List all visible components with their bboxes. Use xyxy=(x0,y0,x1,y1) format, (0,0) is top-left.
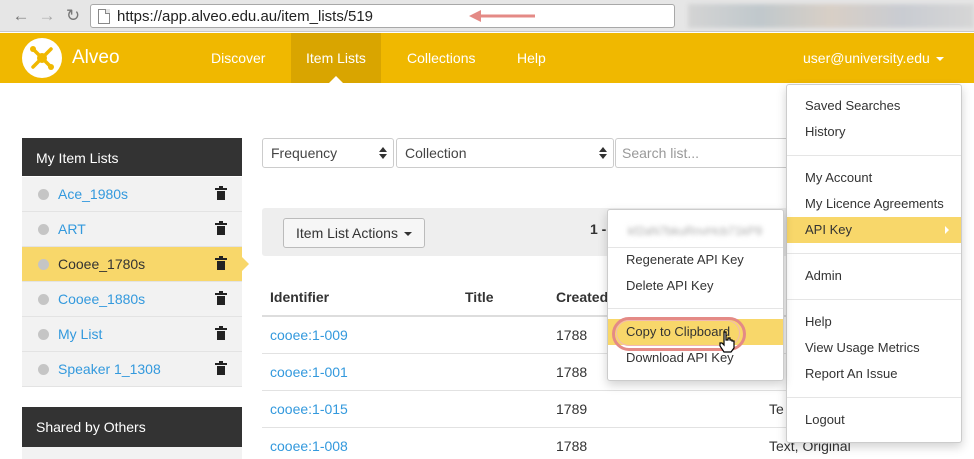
type-cell: Te xyxy=(769,401,784,417)
menu-divider xyxy=(608,308,783,309)
api-key-value: kf2aN7bkuRnvHcb71kP9 xyxy=(628,224,763,238)
table-row: cooee:1-008 1788 Text, Original xyxy=(262,428,851,459)
nav-item-lists[interactable]: Item Lists xyxy=(291,33,381,83)
nav-help[interactable]: Help xyxy=(502,33,561,83)
trash-icon[interactable] xyxy=(215,221,228,236)
annotation-arrow-icon xyxy=(469,10,535,22)
shared-list-area xyxy=(22,447,242,459)
menu-divider xyxy=(787,397,961,398)
page-icon xyxy=(98,9,110,24)
item-lists-group: Ace_1980s ART Cooee_1780s Cooee_1880s My… xyxy=(22,177,249,387)
created-cell: 1789 xyxy=(556,401,588,417)
menu-delete-api-key[interactable]: Delete API Key xyxy=(608,273,783,299)
column-header-created[interactable]: Created xyxy=(556,289,608,305)
nav-discover[interactable]: Discover xyxy=(196,33,280,83)
list-item[interactable]: Cooee_1880s xyxy=(22,282,242,317)
browser-toolbar: ← → ↻ https://app.alveo.edu.au/item_list… xyxy=(0,0,974,32)
menu-divider xyxy=(787,155,961,156)
identifier-link[interactable]: cooee:1-009 xyxy=(270,327,348,343)
select-arrows-icon xyxy=(379,147,387,159)
user-menu-toggle[interactable]: user@university.edu xyxy=(790,33,957,83)
list-item[interactable]: My List xyxy=(22,317,242,352)
menu-saved-searches[interactable]: Saved Searches xyxy=(787,93,961,119)
column-header-identifier[interactable]: Identifier xyxy=(270,289,329,305)
menu-help[interactable]: Help xyxy=(787,309,961,335)
address-bar[interactable]: https://app.alveo.edu.au/item_lists/519 xyxy=(90,4,675,28)
menu-licence-agreements[interactable]: My Licence Agreements xyxy=(787,191,961,217)
list-item-label[interactable]: ART xyxy=(58,221,86,237)
globe-icon xyxy=(38,329,49,340)
top-navbar: Alveo Discover Item Lists Collections He… xyxy=(0,33,974,83)
collection-select[interactable]: Collection xyxy=(396,138,614,168)
user-email: user@university.edu xyxy=(803,50,930,66)
caret-down-icon xyxy=(403,232,412,237)
globe-icon xyxy=(38,364,49,375)
globe-icon xyxy=(38,259,49,270)
list-item-label[interactable]: My List xyxy=(58,326,102,342)
alveo-logo-icon[interactable] xyxy=(22,38,62,78)
menu-my-account[interactable]: My Account xyxy=(787,165,961,191)
trash-icon[interactable] xyxy=(215,361,228,376)
trash-icon[interactable] xyxy=(215,186,228,201)
nav-collections[interactable]: Collections xyxy=(392,33,490,83)
table-row: cooee:1-015 1789 Te xyxy=(262,391,790,428)
identifier-link[interactable]: cooee:1-015 xyxy=(270,401,348,417)
list-item-label[interactable]: Ace_1980s xyxy=(58,186,128,202)
list-item[interactable]: Ace_1980s xyxy=(22,177,242,212)
menu-regenerate-api-key[interactable]: Regenerate API Key xyxy=(608,247,783,273)
menu-divider xyxy=(787,299,961,300)
menu-divider xyxy=(787,253,961,254)
menu-report-issue[interactable]: Report An Issue xyxy=(787,361,961,387)
list-item-label[interactable]: Speaker 1_1308 xyxy=(58,361,161,377)
identifier-link[interactable]: cooee:1-008 xyxy=(270,438,348,454)
hand-cursor-icon xyxy=(719,331,735,353)
list-item[interactable]: ART xyxy=(22,212,242,247)
list-item-label[interactable]: Cooee_1880s xyxy=(58,291,145,307)
my-item-lists-heading: My Item Lists xyxy=(22,138,242,176)
list-item-label[interactable]: Cooee_1780s xyxy=(58,256,145,272)
globe-icon xyxy=(38,294,49,305)
list-item[interactable]: Speaker 1_1308 xyxy=(22,352,242,387)
column-header-title[interactable]: Title xyxy=(465,289,494,305)
menu-admin[interactable]: Admin xyxy=(787,263,961,289)
user-dropdown-menu: Saved Searches History My Account My Lic… xyxy=(786,84,962,443)
globe-icon xyxy=(38,224,49,235)
globe-icon xyxy=(38,189,49,200)
api-key-submenu: kf2aN7bkuRnvHcb71kP9 Regenerate API Key … xyxy=(607,209,784,381)
select-arrows-icon xyxy=(599,147,607,159)
caret-right-icon xyxy=(945,226,949,234)
brand-name[interactable]: Alveo xyxy=(72,47,120,69)
trash-icon[interactable] xyxy=(215,256,228,271)
identifier-link[interactable]: cooee:1-001 xyxy=(270,364,348,380)
trash-icon[interactable] xyxy=(215,291,228,306)
menu-history[interactable]: History xyxy=(787,119,961,145)
menu-usage-metrics[interactable]: View Usage Metrics xyxy=(787,335,961,361)
shared-by-others-heading: Shared by Others xyxy=(22,407,242,447)
url-text: https://app.alveo.edu.au/item_lists/519 xyxy=(117,8,374,25)
item-list-actions-button[interactable]: Item List Actions xyxy=(283,218,425,248)
blurred-toolbar-area xyxy=(688,4,974,28)
search-list-input[interactable] xyxy=(615,138,787,168)
forward-arrow-icon[interactable]: → xyxy=(36,5,58,27)
list-item-active[interactable]: Cooee_1780s xyxy=(22,247,249,282)
menu-logout[interactable]: Logout xyxy=(787,407,961,433)
back-arrow-icon[interactable]: ← xyxy=(10,5,32,27)
trash-icon[interactable] xyxy=(215,326,228,341)
created-cell: 1788 xyxy=(556,327,588,343)
pagination-text: 1 - xyxy=(590,221,607,237)
reload-icon[interactable]: ↻ xyxy=(62,5,84,27)
caret-down-icon xyxy=(935,57,944,62)
frequency-select[interactable]: Frequency xyxy=(262,138,394,168)
created-cell: 1788 xyxy=(556,438,588,454)
menu-api-key[interactable]: API Key xyxy=(787,217,961,243)
created-cell: 1788 xyxy=(556,364,588,380)
